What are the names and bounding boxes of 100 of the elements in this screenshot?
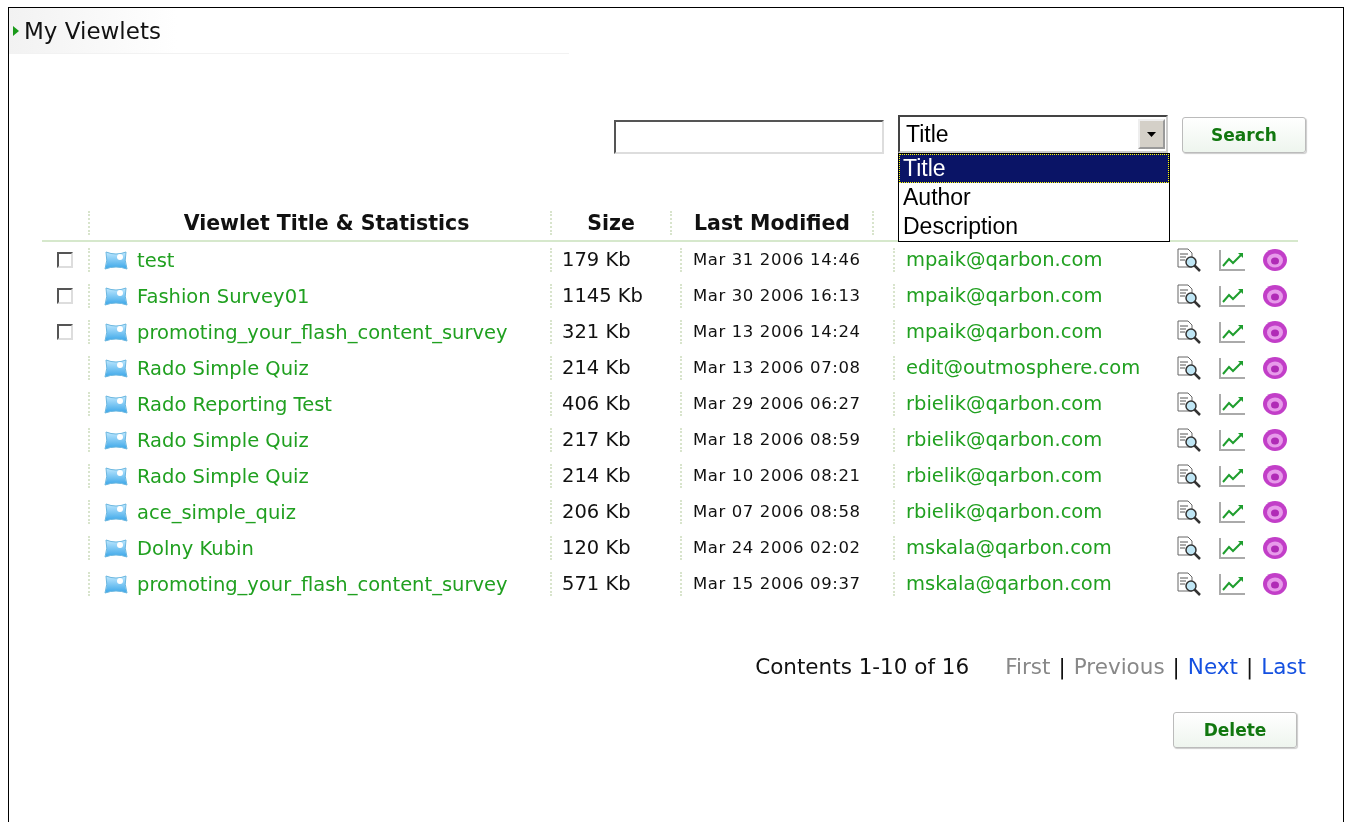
author-email-link[interactable]: rbielik@qarbon.com — [906, 392, 1103, 415]
line-chart-icon[interactable] — [1218, 536, 1246, 560]
line-chart-icon[interactable] — [1218, 572, 1246, 596]
document-magnifier-icon[interactable] — [1176, 320, 1202, 344]
author-email-link[interactable]: mskala@qarbon.com — [906, 572, 1112, 595]
pagination-link[interactable]: Previous — [1073, 654, 1165, 679]
size-cell: 406 Kb — [550, 392, 680, 416]
round-emblem-icon[interactable] — [1262, 320, 1288, 344]
size-cell: 217 Kb — [550, 428, 680, 452]
date-cell: Mar 29 2006 06:27 — [680, 392, 893, 416]
dropdown-option[interactable]: Description — [899, 212, 1169, 241]
round-emblem-icon[interactable] — [1262, 356, 1288, 380]
document-magnifier-icon[interactable] — [1176, 356, 1202, 380]
line-chart-icon[interactable] — [1218, 428, 1246, 452]
size-cell: 214 Kb — [550, 464, 680, 488]
viewlet-title-link[interactable]: Rado Reporting Test — [137, 392, 332, 416]
separator-text: | — [1245, 654, 1254, 679]
delete-button[interactable]: Delete — [1173, 712, 1297, 748]
line-chart-icon[interactable] — [1218, 284, 1246, 308]
results-summary: Contents 1-10 of 16 — [755, 654, 970, 679]
size-cell: 1145 Kb — [550, 284, 680, 308]
document-magnifier-icon[interactable] — [1176, 428, 1202, 452]
viewlet-icon — [103, 393, 129, 415]
viewlet-title-link[interactable]: Rado Simple Quiz — [137, 464, 309, 488]
line-chart-icon[interactable] — [1218, 392, 1246, 416]
viewlet-icon — [103, 537, 129, 559]
viewlet-title-link[interactable]: test — [137, 248, 175, 272]
separator-text: | — [1172, 654, 1180, 679]
page-title: My Viewlets — [24, 17, 161, 44]
line-chart-icon[interactable] — [1218, 500, 1246, 524]
search-button[interactable]: Search — [1182, 117, 1306, 153]
line-chart-icon[interactable] — [1218, 356, 1246, 380]
date-cell: Mar 10 2006 08:21 — [680, 464, 893, 488]
round-emblem-icon[interactable] — [1262, 248, 1288, 272]
column-header[interactable]: Last Modified — [670, 211, 872, 235]
author-email-link[interactable]: mpaik@qarbon.com — [906, 320, 1103, 343]
viewlet-title-link[interactable]: promoting_your_flash_content_survey — [137, 320, 508, 344]
date-cell: Mar 31 2006 14:46 — [680, 248, 893, 272]
author-email-link[interactable]: mpaik@qarbon.com — [906, 248, 1103, 271]
dropdown-option[interactable]: Author — [899, 183, 1169, 212]
separator-text: | — [1058, 654, 1066, 679]
date-cell: Mar 13 2006 07:08 — [680, 356, 893, 380]
row-checkbox[interactable] — [57, 288, 73, 304]
document-magnifier-icon[interactable] — [1176, 572, 1202, 596]
round-emblem-icon[interactable] — [1262, 428, 1288, 452]
pagination-link[interactable]: Next — [1187, 654, 1238, 679]
size-cell: 206 Kb — [550, 500, 680, 524]
line-chart-icon[interactable] — [1218, 320, 1246, 344]
row-checkbox[interactable] — [57, 324, 73, 340]
triangle-icon — [13, 26, 19, 36]
date-cell: Mar 13 2006 14:24 — [680, 320, 893, 344]
size-cell: 179 Kb — [550, 248, 680, 272]
round-emblem-icon[interactable] — [1262, 464, 1288, 488]
pagination-link[interactable]: Last — [1261, 654, 1306, 679]
viewlet-icon — [103, 249, 129, 271]
author-email-link[interactable]: mskala@qarbon.com — [906, 536, 1112, 559]
document-magnifier-icon[interactable] — [1176, 392, 1202, 416]
size-cell: 120 Kb — [550, 536, 680, 560]
viewlet-title-link[interactable]: Fashion Survey01 — [137, 284, 310, 308]
size-cell: 321 Kb — [550, 320, 680, 344]
viewlet-title-link[interactable]: ace_simple_quiz — [137, 500, 296, 524]
document-magnifier-icon[interactable] — [1176, 500, 1202, 524]
search-field-dropdown[interactable]: Title — [898, 115, 1168, 153]
date-cell: Mar 07 2006 08:58 — [680, 500, 893, 524]
size-cell: 571 Kb — [550, 572, 680, 596]
author-email-link[interactable]: rbielik@qarbon.com — [906, 428, 1103, 451]
date-cell: Mar 15 2006 09:37 — [680, 572, 893, 596]
round-emblem-icon[interactable] — [1262, 392, 1288, 416]
viewlet-title-link[interactable]: promoting_your_flash_content_survey — [137, 572, 508, 596]
round-emblem-icon[interactable] — [1262, 500, 1288, 524]
viewlet-icon — [103, 285, 129, 307]
round-emblem-icon[interactable] — [1262, 536, 1288, 560]
dropdown-option[interactable]: Title — [899, 154, 1169, 183]
line-chart-icon[interactable] — [1218, 248, 1246, 272]
document-magnifier-icon[interactable] — [1176, 464, 1202, 488]
column-header[interactable]: Viewlet Title & Statistics — [88, 211, 550, 235]
line-chart-icon[interactable] — [1218, 464, 1246, 488]
viewlet-title-link[interactable]: Rado Simple Quiz — [137, 356, 309, 380]
date-cell: Mar 24 2006 02:02 — [680, 536, 893, 560]
document-magnifier-icon[interactable] — [1176, 284, 1202, 308]
document-magnifier-icon[interactable] — [1176, 248, 1202, 272]
author-email-link[interactable]: mpaik@qarbon.com — [906, 284, 1103, 307]
round-emblem-icon[interactable] — [1262, 572, 1288, 596]
pagination-link[interactable]: First — [1005, 654, 1051, 679]
viewlet-icon — [103, 357, 129, 379]
document-magnifier-icon[interactable] — [1176, 536, 1202, 560]
author-email-link[interactable]: edit@outmosphere.com — [906, 356, 1141, 379]
viewlet-icon — [103, 321, 129, 343]
size-cell: 214 Kb — [550, 356, 680, 380]
column-header[interactable]: Size — [550, 211, 670, 235]
viewlet-title-link[interactable]: Rado Simple Quiz — [137, 428, 309, 452]
viewlet-icon — [103, 429, 129, 451]
round-emblem-icon[interactable] — [1262, 284, 1288, 308]
row-checkbox[interactable] — [57, 252, 73, 268]
author-email-link[interactable]: rbielik@qarbon.com — [906, 500, 1103, 523]
search-field[interactable] — [614, 120, 884, 154]
viewlet-icon — [103, 573, 129, 595]
date-cell: Mar 18 2006 08:59 — [680, 428, 893, 452]
viewlet-title-link[interactable]: Dolny Kubin — [137, 536, 254, 560]
author-email-link[interactable]: rbielik@qarbon.com — [906, 464, 1103, 487]
